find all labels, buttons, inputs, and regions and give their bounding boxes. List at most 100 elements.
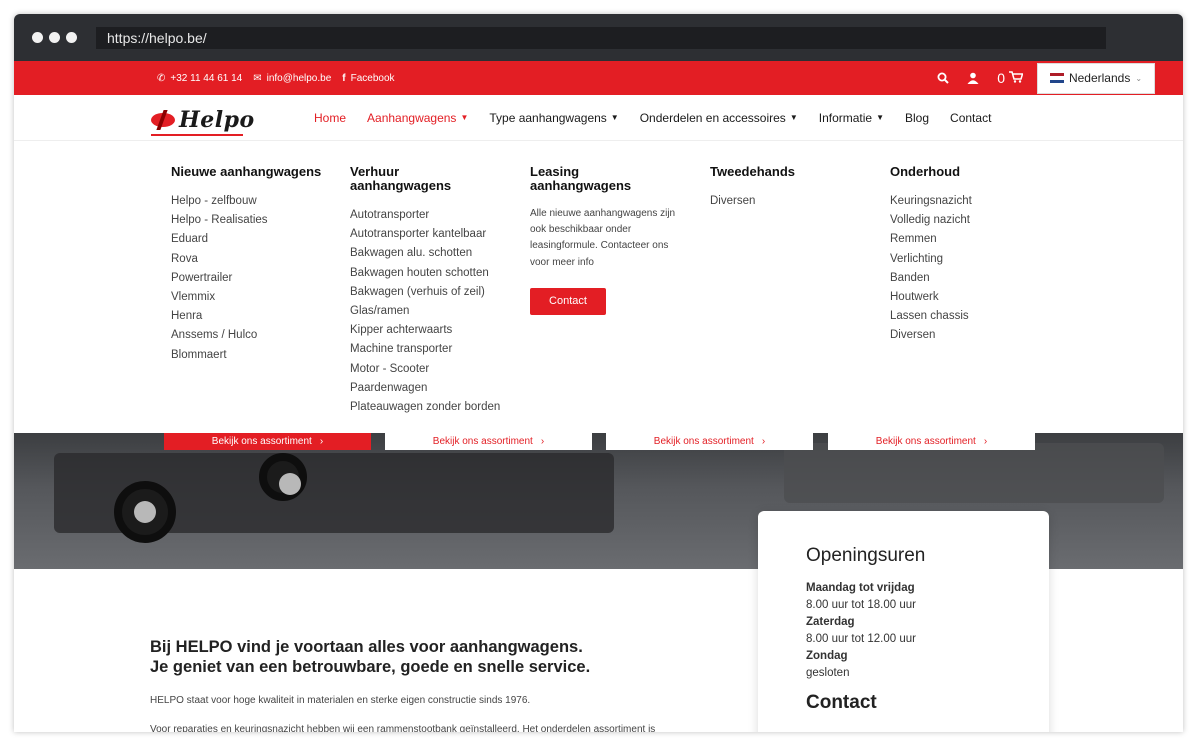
menu-link[interactable]: Autotransporter kantelbaar <box>350 225 500 244</box>
window-dot-close[interactable] <box>32 32 43 43</box>
opening-hours-card: Openingsuren Maandag tot vrijdag 8.00 uu… <box>758 511 1049 732</box>
menu-link[interactable]: Kipper achterwaarts <box>350 321 500 340</box>
top-contact-list: ✆ +32 11 44 61 14 ✉ info@helpo.be f Face… <box>157 61 395 95</box>
nav-menu: Home Aanhangwagens ▼ Type aanhangwagens … <box>314 95 991 140</box>
menu-link[interactable]: Glas/ramen <box>350 302 500 321</box>
menu-link[interactable]: Blommaert <box>171 346 341 365</box>
nav-item-aanhangwagens[interactable]: Aanhangwagens ▼ <box>367 111 468 125</box>
headline-line: Je geniet van een betrouwbare, goede en … <box>150 658 591 676</box>
menu-column-heading[interactable]: Onderhoud <box>890 165 1060 179</box>
menu-link[interactable]: Bakwagen alu. schotten <box>350 244 500 263</box>
cart-button[interactable]: 0 <box>997 70 1024 86</box>
browser-toolbar: https://helpo.be/ <box>14 14 1183 61</box>
address-bar[interactable]: https://helpo.be/ <box>96 27 1106 49</box>
chevron-down-icon: ⌄ <box>1135 73 1143 83</box>
contact-title: Contact <box>806 692 877 713</box>
logo-mark-icon <box>151 113 175 127</box>
assortiment-button[interactable]: Bekijk ons assortiment › <box>828 433 1035 450</box>
assortiment-button[interactable]: Bekijk ons assortiment › <box>606 433 813 450</box>
assortiment-button-label: Bekijk ons assortiment <box>211 436 312 447</box>
window-dot-maximize[interactable] <box>66 32 77 43</box>
search-icon[interactable] <box>937 72 949 84</box>
menu-column-verhuur: Verhuur aanhangwagens Autotransporter Au… <box>350 165 500 417</box>
hours-time: 8.00 uur tot 12.00 uur <box>806 633 916 645</box>
phone-icon: ✆ <box>157 72 166 84</box>
caret-down-icon: ▼ <box>876 113 885 122</box>
menu-link[interactable]: Verlichting <box>890 250 1060 269</box>
assortiment-button-label: Bekijk ons assortiment <box>875 436 976 447</box>
menu-column-nieuwe: Nieuwe aanhangwagens Helpo - zelfbouw He… <box>171 165 341 365</box>
menu-link[interactable]: Bakwagen houten schotten <box>350 264 500 283</box>
trailer-wheel-image <box>114 481 176 543</box>
email-address: info@helpo.be <box>266 72 332 84</box>
menu-link[interactable]: Plateauwagen zonder borden <box>350 398 500 417</box>
caret-down-icon: ▼ <box>789 113 798 122</box>
menu-link[interactable]: Machine transporter <box>350 340 500 359</box>
language-selector[interactable]: Nederlands ⌄ <box>1037 62 1155 94</box>
menu-link[interactable]: Powertrailer <box>171 269 341 288</box>
menu-link[interactable]: Rova <box>171 250 341 269</box>
facebook-icon: f <box>342 72 346 84</box>
chevron-right-icon: › <box>983 436 988 447</box>
leasing-description: Alle nieuwe aanhangwagens zijn ook besch… <box>530 208 676 268</box>
nav-item-home[interactable]: Home <box>314 111 346 125</box>
menu-link[interactable]: Keuringsnazicht <box>890 192 1060 211</box>
window-dot-minimize[interactable] <box>49 32 60 43</box>
nav-item-onderdelen[interactable]: Onderdelen en accessoires ▼ <box>640 111 798 125</box>
nav-item-label: Informatie <box>818 110 873 125</box>
menu-column-heading[interactable]: Verhuur aanhangwagens <box>350 165 460 193</box>
menu-link[interactable]: Helpo - zelfbouw <box>171 192 341 211</box>
menu-link[interactable]: Remmen <box>890 230 1060 249</box>
nav-item-informatie[interactable]: Informatie ▼ <box>819 111 884 125</box>
menu-link[interactable]: Diversen <box>890 326 1060 345</box>
caret-down-icon: ▼ <box>610 113 619 122</box>
nav-item-label: Aanhangwagens <box>367 110 457 125</box>
opening-hours-title: Openingsuren <box>806 545 926 566</box>
menu-link[interactable]: Diversen <box>710 192 880 211</box>
leasing-contact-button[interactable]: Contact <box>530 287 606 315</box>
nav-item-type-aanhangwagens[interactable]: Type aanhangwagens ▼ <box>489 111 618 125</box>
facebook-label: Facebook <box>350 72 395 84</box>
language-label: Nederlands <box>1068 71 1131 85</box>
user-icon[interactable] <box>967 72 979 84</box>
menu-link[interactable]: Volledig nazicht <box>890 211 1060 230</box>
assortiment-button[interactable]: Bekijk ons assortiment › <box>385 433 592 450</box>
assortiment-button[interactable]: Bekijk ons assortiment › <box>164 433 371 450</box>
main-navigation: Helpo Home Aanhangwagens ▼ Type aanhangw… <box>14 95 1183 140</box>
trailer-image <box>784 443 1164 503</box>
menu-link[interactable]: Henra <box>171 307 341 326</box>
window-controls <box>32 32 77 43</box>
top-contact-bar: ✆ +32 11 44 61 14 ✉ info@helpo.be f Face… <box>14 61 1183 95</box>
menu-link[interactable]: Paardenwagen <box>350 379 500 398</box>
nav-item-contact[interactable]: Contact <box>950 111 991 125</box>
nav-item-blog[interactable]: Blog <box>905 111 929 125</box>
menu-link[interactable]: Banden <box>890 269 1060 288</box>
menu-link[interactable]: Lassen chassis <box>890 307 1060 326</box>
hours-time: gesloten <box>806 667 850 679</box>
menu-column-tweedehands: Tweedehands Diversen <box>710 165 880 211</box>
menu-link[interactable]: Helpo - Realisaties <box>171 211 341 230</box>
menu-link[interactable]: Eduard <box>171 230 341 249</box>
helpo-logo[interactable]: Helpo <box>151 107 255 136</box>
facebook-link[interactable]: f Facebook <box>342 73 394 84</box>
phone-link[interactable]: ✆ +32 11 44 61 14 <box>157 73 242 84</box>
menu-link[interactable]: Vlemmix <box>171 288 341 307</box>
intro-paragraph: HELPO staat voor hoge kwaliteit in mater… <box>150 695 531 706</box>
menu-column-heading[interactable]: Leasing aanhangwagens <box>530 165 640 193</box>
menu-link[interactable]: Bakwagen (verhuis of zeil) <box>350 283 500 302</box>
menu-column-leasing: Leasing aanhangwagens Alle nieuwe aanhan… <box>530 165 700 315</box>
menu-link[interactable]: Anssems / Hulco <box>171 326 341 345</box>
menu-column-heading[interactable]: Tweedehands <box>710 165 880 179</box>
chevron-right-icon: › <box>540 436 545 447</box>
menu-link[interactable]: Autotransporter <box>350 206 500 225</box>
menu-column-onderhoud: Onderhoud Keuringsnazicht Volledig nazic… <box>890 165 1060 346</box>
logo-text: Helpo <box>179 107 255 133</box>
menu-link[interactable]: Houtwerk <box>890 288 1060 307</box>
aanhangwagens-mega-menu: Nieuwe aanhangwagens Helpo - zelfbouw He… <box>14 140 1183 433</box>
menu-link[interactable]: Motor - Scooter <box>350 360 500 379</box>
menu-column-heading[interactable]: Nieuwe aanhangwagens <box>171 165 341 179</box>
hours-day: Maandag tot vrijdag <box>806 582 915 594</box>
intro-headline: Bij HELPO vind je voortaan alles voor aa… <box>150 637 590 677</box>
email-link[interactable]: ✉ info@helpo.be <box>253 73 331 84</box>
caret-down-icon: ▼ <box>460 113 469 122</box>
